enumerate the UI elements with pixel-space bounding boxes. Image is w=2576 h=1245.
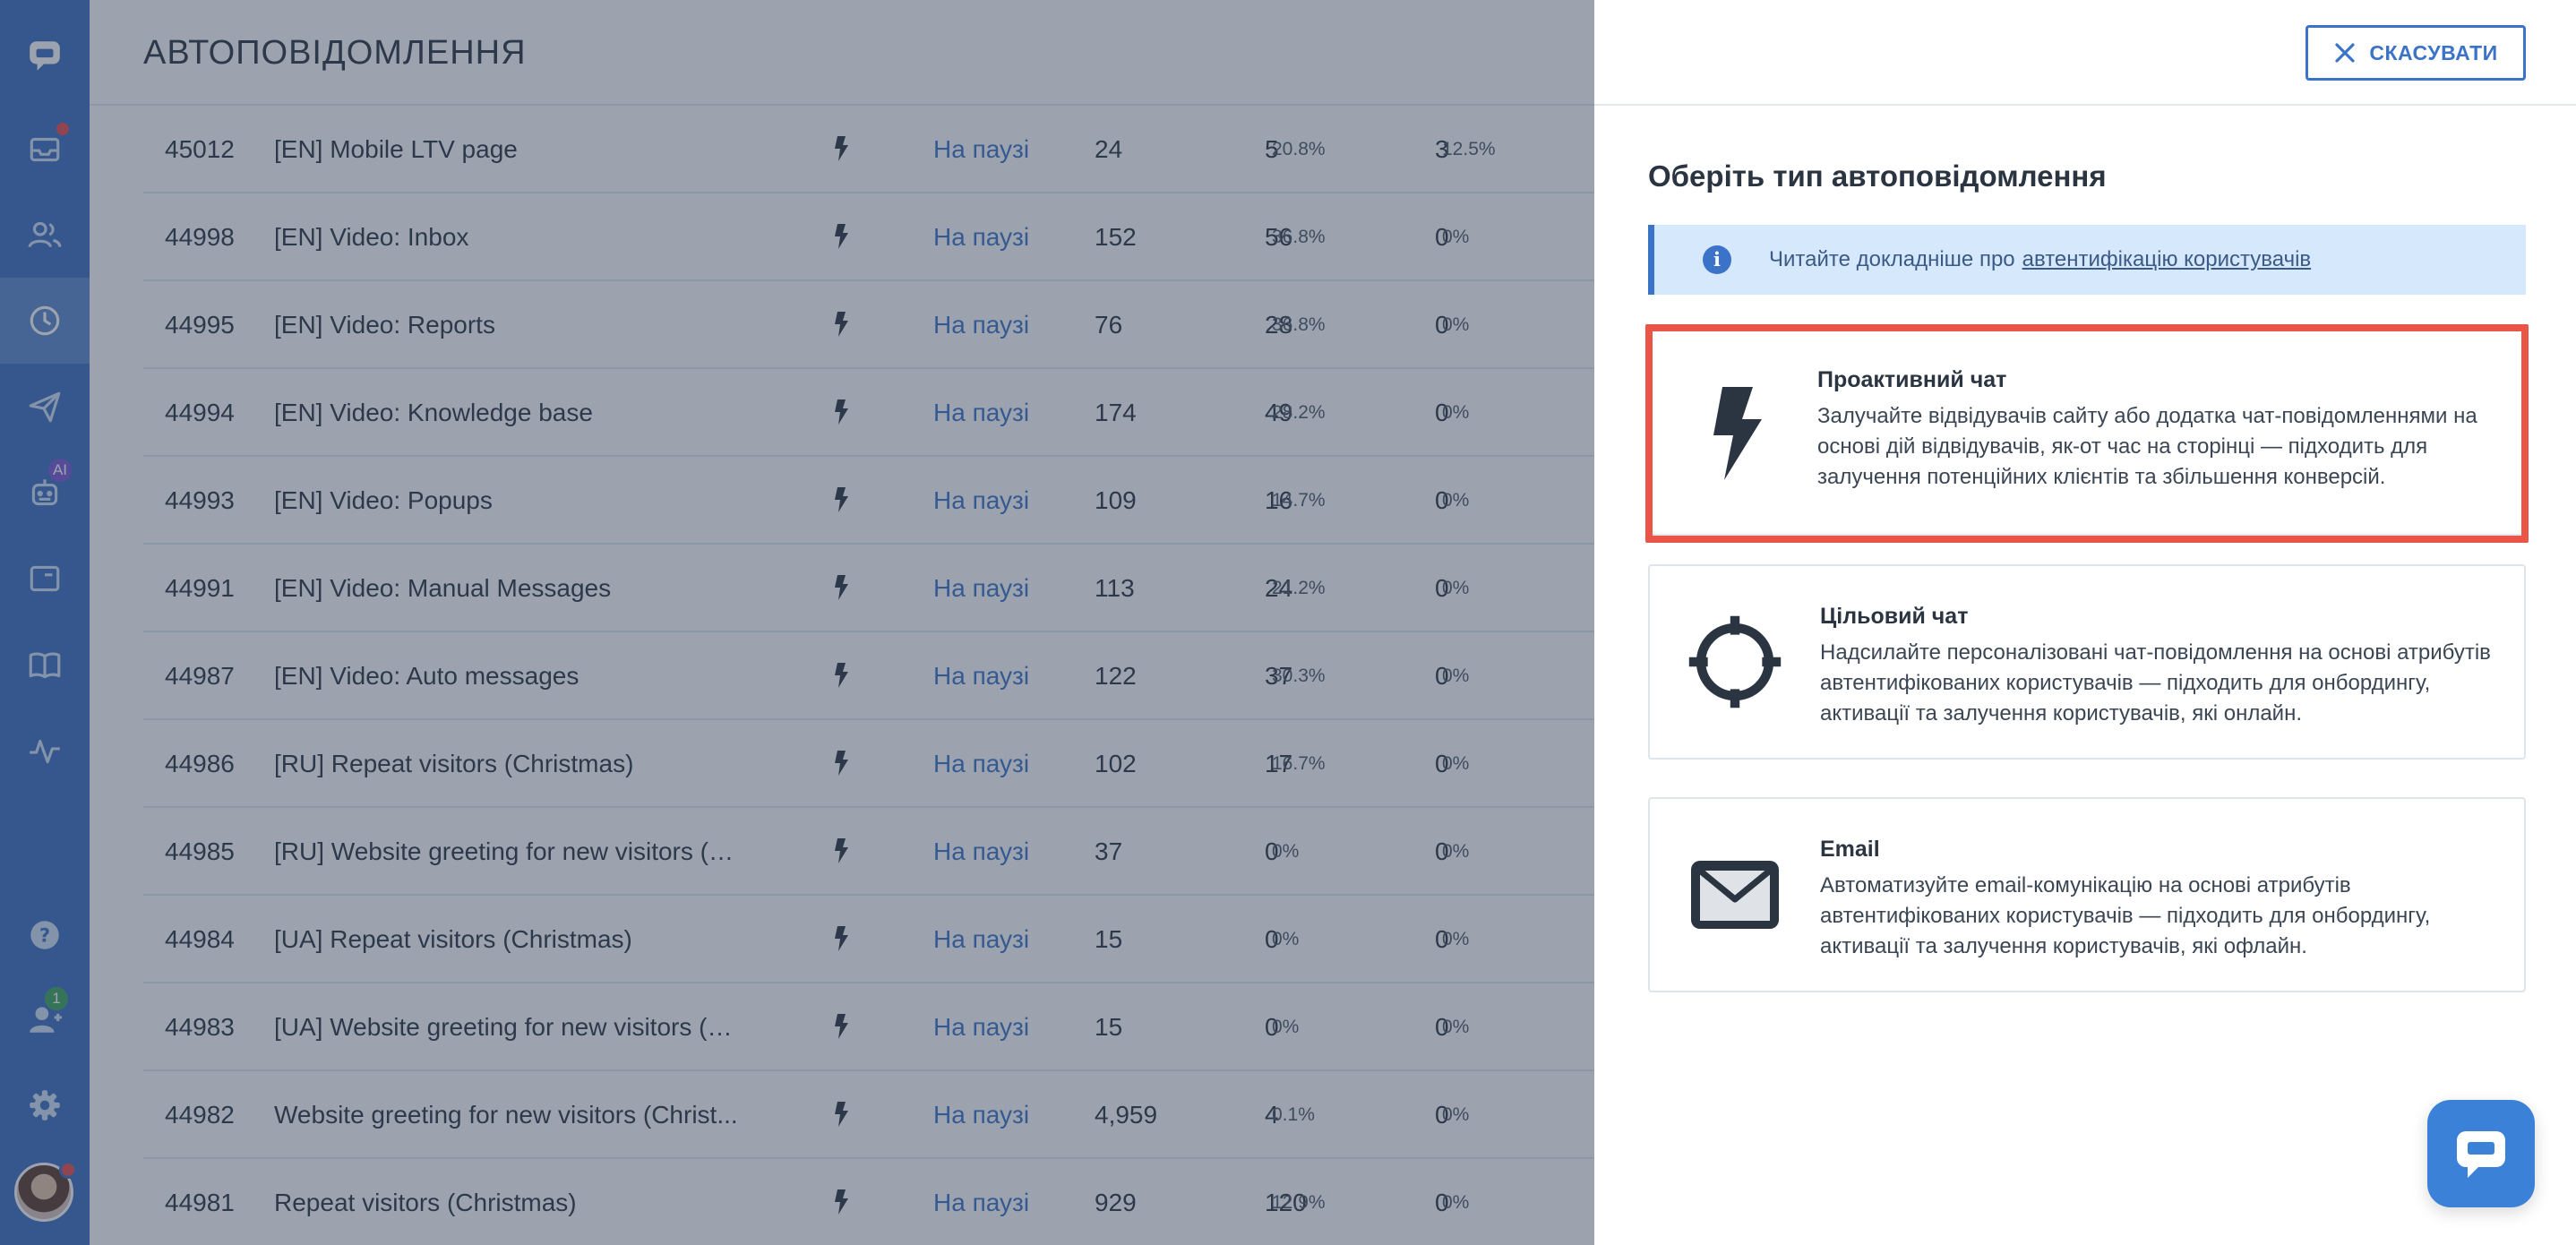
chat-widget-button[interactable] [2427,1100,2535,1207]
panel-header: СКАСУВАТИ [1594,0,2576,106]
card-description: Автоматизуйте email-комунікацію на основ… [1820,873,2431,958]
modal-backdrop[interactable] [0,0,1594,1245]
cancel-button[interactable]: СКАСУВАТИ [2306,25,2526,81]
proactive-chat-card[interactable]: Проактивний чат Залучайте відвідувачів с… [1645,324,2529,543]
card-description: Надсилайте персоналізовані чат-повідомле… [1820,640,2491,726]
target-icon [1686,613,1784,711]
auth-docs-link[interactable]: автентифікацію користувачів [2022,247,2312,272]
lightning-icon [1688,384,1787,483]
cancel-button-label: СКАСУВАТИ [2369,40,2498,64]
info-icon: i [1703,245,1731,274]
card-description: Залучайте відвідувачів сайту або додатка… [1817,404,2477,489]
email-card[interactable]: Email Автоматизуйте email-комунікацію на… [1648,797,2526,992]
card-divider [1653,534,2521,536]
message-type-panel: СКАСУВАТИ Оберіть тип автоповідомлення i… [1594,0,2576,1245]
panel-title: Оберіть тип автоповідомлення [1648,159,2107,193]
close-icon [2335,43,2355,63]
info-banner: i Читайте докладніше про автентифікацію … [1648,225,2526,295]
envelope-icon [1686,846,1784,944]
chat-bubble-icon [2457,1131,2505,1178]
card-title: Email [1820,837,1880,862]
card-title: Цільовий чат [1820,604,1969,629]
card-title: Проактивний чат [1817,367,2007,392]
info-text: Читайте докладніше про [1769,247,2015,271]
targeted-chat-card[interactable]: Цільовий чат Надсилайте персоналізовані … [1648,564,2526,760]
